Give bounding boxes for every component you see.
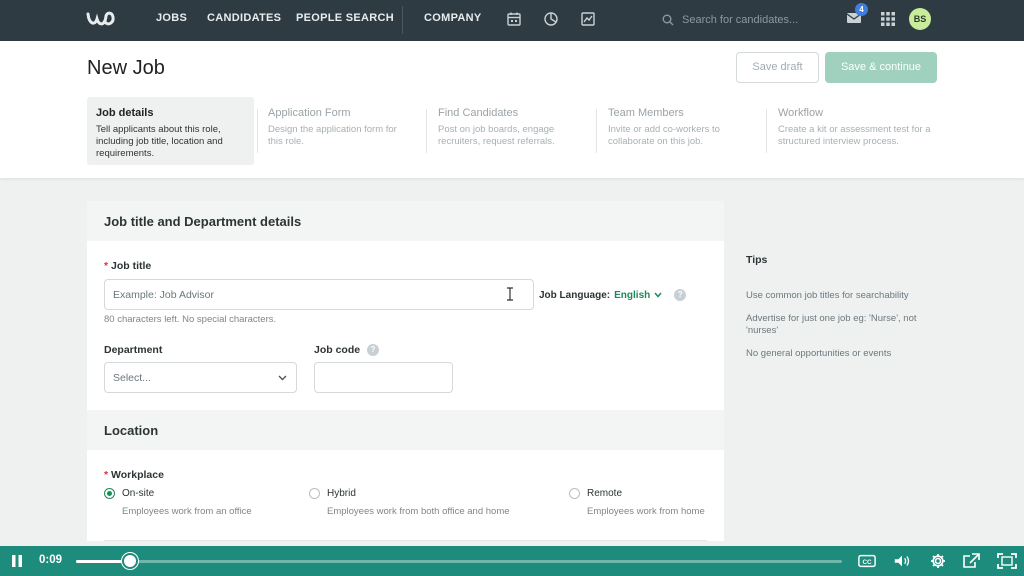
- fullscreen-icon[interactable]: [997, 553, 1017, 569]
- step-title: Find Candidates: [438, 107, 519, 119]
- workable-logo-icon[interactable]: [86, 8, 120, 32]
- closed-captions-icon[interactable]: CC: [858, 553, 876, 569]
- on-site-label[interactable]: On-site: [122, 488, 154, 499]
- job-title-input[interactable]: Example: Job Advisor: [104, 279, 534, 310]
- step-application-form[interactable]: Application Form Design the application …: [259, 97, 419, 165]
- pie-chart-icon[interactable]: [543, 11, 559, 27]
- hybrid-label[interactable]: Hybrid: [327, 488, 356, 499]
- user-avatar[interactable]: BS: [909, 8, 931, 30]
- department-select[interactable]: Select...: [104, 362, 297, 393]
- step-separator: [257, 109, 258, 153]
- apps-grid-icon[interactable]: [881, 12, 895, 26]
- tip-item: Advertise for just one job eg: 'Nurse', …: [746, 313, 917, 336]
- tip-item: No general opportunities or events: [746, 348, 892, 359]
- step-description: Create a kit or assessment test for a st…: [778, 124, 931, 147]
- section-divider: [104, 540, 707, 541]
- on-site-description: Employees work from an office: [122, 506, 252, 517]
- top-navigation: JOBS CANDIDATES PEOPLE SEARCH COMPANY Se…: [0, 0, 1024, 41]
- location-section-header: Location: [87, 410, 724, 450]
- save-continue-button[interactable]: Save & continue: [825, 52, 937, 83]
- video-progress-track[interactable]: [76, 560, 842, 563]
- nav-candidates[interactable]: CANDIDATES: [207, 12, 281, 24]
- page-title: New Job: [87, 57, 165, 79]
- volume-icon[interactable]: [893, 553, 911, 569]
- search-icon: [662, 14, 674, 26]
- step-separator: [426, 109, 427, 153]
- help-icon[interactable]: ?: [674, 289, 687, 301]
- nav-divider: [402, 6, 403, 34]
- remote-description: Employees work from home: [587, 506, 705, 517]
- job-title-label-text: Job title: [111, 260, 152, 272]
- required-mark: *: [104, 469, 109, 481]
- step-description: Tell applicants about this role, includi…: [96, 124, 223, 159]
- remote-label[interactable]: Remote: [587, 488, 622, 499]
- step-title: Team Members: [608, 107, 684, 119]
- section-header: Job title and Department details: [87, 201, 724, 241]
- step-title: Job details: [96, 107, 154, 119]
- job-code-input[interactable]: [314, 362, 453, 393]
- video-controls: 0:09 CC: [0, 546, 1024, 576]
- step-description: Post on job boards, engage recruiters, r…: [438, 124, 555, 147]
- required-mark: *: [104, 260, 109, 272]
- step-team-members[interactable]: Team Members Invite or add co-workers to…: [599, 97, 759, 165]
- svg-text:CC: CC: [862, 559, 872, 566]
- step-find-candidates[interactable]: Find Candidates Post on job boards, enga…: [429, 97, 589, 165]
- nav-people-search[interactable]: PEOPLE SEARCH: [296, 12, 394, 24]
- job-title-hint: 80 characters left. No special character…: [104, 314, 277, 325]
- nav-jobs[interactable]: JOBS: [156, 12, 187, 24]
- step-description: Design the application form for this rol…: [268, 124, 397, 147]
- chevron-down-icon: [278, 375, 287, 381]
- nav-company[interactable]: COMPANY: [424, 12, 482, 24]
- video-scrubber-handle[interactable]: [121, 553, 138, 569]
- step-workflow[interactable]: Workflow Create a kit or assessment test…: [769, 97, 941, 165]
- search-input[interactable]: Search for candidates...: [682, 14, 798, 26]
- settings-gear-icon[interactable]: [929, 553, 947, 569]
- mail-count-badge: 4: [855, 3, 868, 16]
- hybrid-description: Employees work from both office and home: [327, 506, 510, 517]
- radio-remote[interactable]: [569, 488, 580, 499]
- job-language-selector[interactable]: Job Language: English ?: [539, 289, 687, 301]
- save-draft-button[interactable]: Save draft: [736, 52, 819, 83]
- calendar-icon[interactable]: [506, 11, 522, 27]
- video-time: 0:09: [39, 554, 63, 566]
- radio-hybrid[interactable]: [309, 488, 320, 499]
- step-title: Workflow: [778, 107, 824, 119]
- job-title-label: * Job title: [104, 260, 151, 272]
- job-language-value[interactable]: English: [614, 290, 650, 301]
- job-code-label-text: Job code: [314, 344, 361, 356]
- workplace-label-text: Workplace: [111, 469, 164, 481]
- help-icon[interactable]: ?: [367, 344, 380, 356]
- workplace-label: * Workplace: [104, 469, 164, 481]
- job-title-placeholder: Example: Job Advisor: [113, 288, 214, 301]
- pause-icon[interactable]: [10, 554, 24, 568]
- location-title: Location: [104, 423, 159, 438]
- step-separator: [596, 109, 597, 153]
- department-placeholder: Select...: [113, 371, 151, 384]
- section-title: Job title and Department details: [104, 214, 302, 229]
- step-description: Invite or add co-workers to collaborate …: [608, 124, 720, 147]
- text-cursor-icon: [507, 287, 513, 301]
- tip-item: Use common job titles for searchability: [746, 290, 909, 301]
- step-title: Application Form: [268, 107, 351, 119]
- share-external-icon[interactable]: [962, 553, 980, 569]
- department-label: Department: [104, 344, 163, 356]
- radio-on-site[interactable]: [104, 488, 115, 499]
- tips-title: Tips: [746, 254, 768, 266]
- job-language-label: Job Language:: [539, 289, 611, 301]
- job-details-card: Job title and Department details * Job t…: [87, 201, 724, 541]
- step-job-details[interactable]: Job details Tell applicants about this r…: [87, 97, 254, 165]
- wizard-steps: Job details Tell applicants about this r…: [87, 97, 947, 165]
- report-chart-icon[interactable]: [580, 11, 596, 27]
- chevron-down-icon[interactable]: [654, 292, 662, 298]
- step-separator: [766, 109, 767, 153]
- job-code-label: Job code ?: [314, 344, 380, 356]
- candidate-search[interactable]: Search for candidates...: [662, 8, 832, 32]
